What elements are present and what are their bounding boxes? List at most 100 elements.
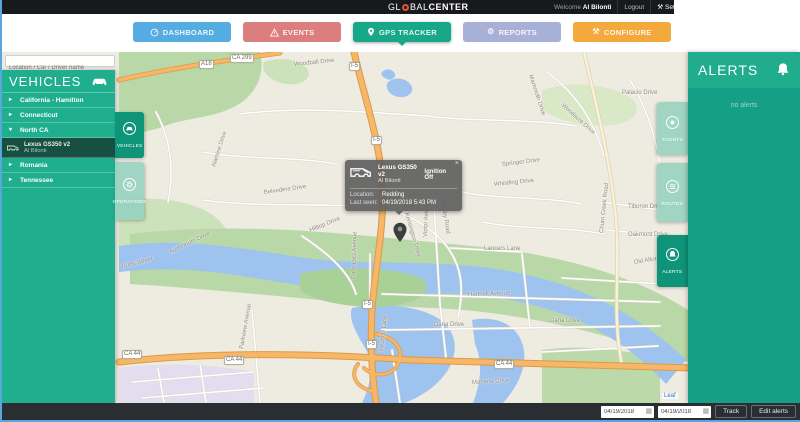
side-tab-label: VEHICLES xyxy=(116,143,143,149)
vehicle-group-label: California - Hamilton xyxy=(20,97,84,104)
date-from-box: ▦ xyxy=(601,405,655,418)
vehicle-group-connecticut[interactable]: ▸ Connecticut xyxy=(2,108,115,123)
car-icon xyxy=(91,74,108,89)
alerts-empty-state: no alerts xyxy=(730,102,758,109)
chevron-right-icon: ▸ xyxy=(9,162,13,168)
side-tab-alerts[interactable]: ALERTS xyxy=(657,235,688,287)
operations-tab-icon xyxy=(122,177,137,197)
nav-bar: DASHBOARD EVENTS GPS TRACKER ⚙ REPORTS ⚒… xyxy=(2,14,800,52)
route-shield: I-5 xyxy=(362,300,374,309)
nav-tab-gps-tracker[interactable]: GPS TRACKER xyxy=(353,22,451,46)
nav-tab-events[interactable]: EVENTS xyxy=(243,22,341,42)
side-tab-events[interactable]: EVENTS xyxy=(657,102,688,155)
header-user-area: Welcome Al Bilonti Logout ⚒ Settings xyxy=(554,0,689,14)
side-tab-label: OPERATIONS xyxy=(112,199,147,205)
location-value: Redding xyxy=(382,192,405,198)
vehicle-group-label: Connecticut xyxy=(20,112,58,119)
ignition-status: Ignition Off xyxy=(424,168,447,181)
side-tab-vehicles[interactable]: VEHICLES xyxy=(115,112,144,158)
route-shield: I-5 xyxy=(371,136,383,145)
route-shield: A18 xyxy=(199,60,214,69)
welcome-text: Welcome Al Bilonti xyxy=(554,3,612,11)
chevron-down-icon: ▾ xyxy=(9,127,13,133)
divider xyxy=(617,0,619,14)
vehicle-tooltip: × Lexus GS350 v2 Al Bilonti Ignition Off… xyxy=(345,160,462,215)
last-seen-label: Last seen: xyxy=(350,200,378,206)
vehicles-panel-title: VEHICLES xyxy=(9,73,82,89)
settings-wrench-icon: ⚒ xyxy=(657,4,664,11)
settings-link[interactable]: ⚒ Settings xyxy=(657,3,688,12)
location-label: Location: xyxy=(350,192,375,198)
logout-link[interactable]: Logout xyxy=(624,4,644,11)
nav-tab-label: CONFIGURE xyxy=(603,27,652,37)
close-icon[interactable]: × xyxy=(455,160,459,167)
calendar-icon[interactable]: ▦ xyxy=(645,408,654,415)
logo-text: GL xyxy=(388,2,402,12)
street-label: Palacio Drive xyxy=(622,90,658,96)
street-label: Dana Drive xyxy=(550,318,581,324)
nav-tab-label: EVENTS xyxy=(282,27,315,37)
chevron-right-icon: ▸ xyxy=(9,112,13,118)
vehicle-group-label: Tennessee xyxy=(20,177,54,184)
nav-tab-configure[interactable]: ⚒ CONFIGURE xyxy=(573,22,671,42)
vehicle-group-tennessee[interactable]: ▸ Tennessee xyxy=(2,173,115,188)
vehicle-group-california-hamilton[interactable]: ▸ California - Hamilton xyxy=(2,93,115,108)
reports-gear-icon: ⚙ xyxy=(487,27,495,36)
vehicles-panel: VEHICLES ▸ California - Hamilton ▸ Conne… xyxy=(2,70,115,403)
edit-alerts-button[interactable]: Edit alerts xyxy=(751,405,796,418)
dashboard-icon xyxy=(150,28,159,37)
user-name: Al Bilonti xyxy=(582,3,612,11)
nav-tab-label: GPS TRACKER xyxy=(379,27,437,37)
street-label: Dana Drive xyxy=(434,322,465,328)
alerts-panel: ALERTS no alerts xyxy=(688,52,800,403)
vehicle-name: Lexus GS350 v2 xyxy=(24,141,71,148)
alerts-panel-title: ALERTS xyxy=(698,62,759,78)
van-icon xyxy=(7,139,20,157)
route-shield: CA 299 xyxy=(230,54,254,63)
nav-tab-label: DASHBOARD xyxy=(162,27,215,37)
van-icon xyxy=(350,166,374,184)
side-tab-operations[interactable]: OPERATIONS xyxy=(112,162,147,220)
routes-tab-icon xyxy=(665,179,680,199)
street-label: Lancers Lane xyxy=(484,246,521,252)
route-shield: CA 44 xyxy=(224,356,245,365)
date-to-box: ▦ xyxy=(658,405,712,418)
track-button[interactable]: Track xyxy=(715,405,748,418)
vehicle-group-north-ca[interactable]: ▾ North CA xyxy=(2,123,115,138)
gps-pin-icon xyxy=(367,27,375,37)
bell-icon xyxy=(776,62,790,79)
events-tab-icon xyxy=(665,115,680,135)
nav-tab-dashboard[interactable]: DASHBOARD xyxy=(133,22,231,42)
side-tab-label: EVENTS xyxy=(662,137,683,142)
calendar-icon[interactable]: ▦ xyxy=(702,408,711,415)
route-shield: CA 44 xyxy=(122,350,143,359)
configure-wrench-icon: ⚒ xyxy=(592,27,600,36)
last-seen-value: 04/19/2018 5:43 PM xyxy=(382,200,437,206)
bottom-bar: ▦ ▦ Track Edit alerts xyxy=(2,403,800,420)
route-shield: I-5 xyxy=(349,62,361,71)
tooltip-vehicle-name: Lexus GS350 v2 xyxy=(378,164,417,178)
alerts-tab-icon xyxy=(665,247,680,267)
app-logo: GL BAL CENTER xyxy=(388,0,469,14)
date-from-input[interactable] xyxy=(601,408,646,415)
date-to-input[interactable] xyxy=(658,408,703,415)
vehicles-tab-icon xyxy=(122,121,137,141)
vehicle-group-label: North CA xyxy=(20,127,49,134)
search-box xyxy=(5,55,115,73)
side-tab-label: ALERTS xyxy=(662,269,683,275)
side-tab-routes[interactable]: ROUTES xyxy=(657,163,688,222)
chevron-right-icon: ▸ xyxy=(9,97,13,103)
divider xyxy=(350,188,457,189)
main-content: Woodball Drive Palacio Drive Mammoth Drive… xyxy=(2,52,800,403)
nav-tab-label: REPORTS xyxy=(498,27,537,37)
vehicle-group-label: Romania xyxy=(20,162,48,169)
app-window: GL BAL CENTER Welcome Al Bilonti Logout ⚒ S… xyxy=(0,0,800,422)
vehicle-tree: ▸ California - Hamilton ▸ Connecticut ▾ … xyxy=(2,93,115,188)
header-band: GL BAL CENTER Welcome Al Bilonti Logout ⚒ S… xyxy=(2,0,800,14)
warning-icon xyxy=(269,27,279,37)
map-attribution-link[interactable]: Leaf xyxy=(662,393,678,399)
nav-tab-reports[interactable]: ⚙ REPORTS xyxy=(463,22,561,42)
tooltip-driver-name: Al Bilonti xyxy=(378,178,401,184)
vehicle-item-lexus-gs350-v2[interactable]: Lexus GS350 v2 Al Bilonti xyxy=(2,138,115,158)
vehicle-group-romania[interactable]: ▸ Romania xyxy=(2,158,115,173)
